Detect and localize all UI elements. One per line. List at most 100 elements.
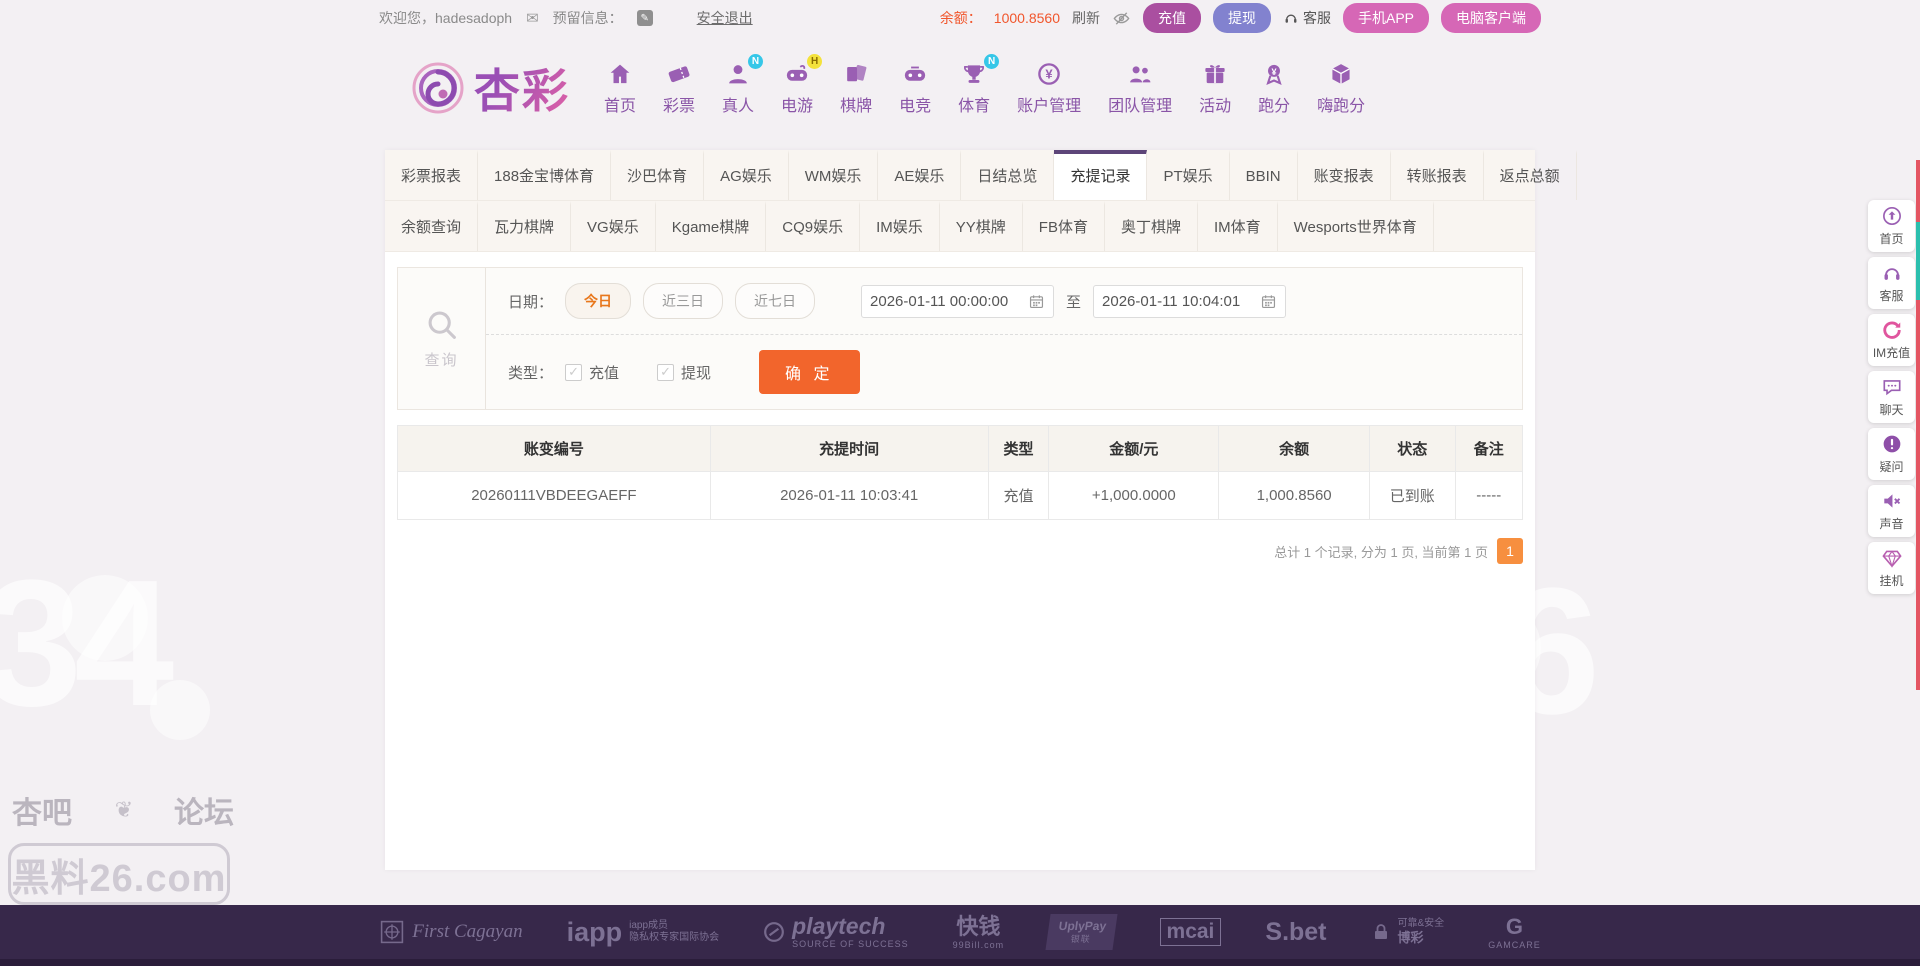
tab-188-sport[interactable]: 188金宝博体育 <box>478 150 611 200</box>
watermark-site-text: 黑料26.com <box>12 847 227 902</box>
nav-item-esports[interactable]: 电竞 <box>899 61 931 116</box>
logo-gamcare: G GAMCARE <box>1488 913 1541 952</box>
tab-wesports[interactable]: Wesports世界体育 <box>1278 201 1434 251</box>
withdraw-button[interactable]: 提现 <box>1213 3 1271 33</box>
first-cagayan-text: First Cagayan <box>412 921 522 943</box>
mcai-text: mcai <box>1160 918 1222 946</box>
col-time: 充提时间 <box>710 426 988 472</box>
decor-circle <box>150 680 210 740</box>
checkbox-icon[interactable]: ✓ <box>657 364 674 381</box>
tab-account-change-report[interactable]: 账变报表 <box>1298 150 1391 200</box>
checkbox-withdraw-label: 提现 <box>681 362 711 383</box>
tab-lottery-report[interactable]: 彩票报表 <box>385 150 478 200</box>
nav-item-paofen[interactable]: ¥ 跑分 <box>1258 61 1290 116</box>
confirm-button[interactable]: 确 定 <box>759 350 859 394</box>
mail-icon[interactable]: ✉ <box>526 9 539 27</box>
nav-item-promotions[interactable]: 活动 <box>1199 61 1231 116</box>
logo-playtech: playtech SOURCE OF SUCCESS <box>763 914 909 949</box>
tab-cq9[interactable]: CQ9娱乐 <box>766 201 860 251</box>
tab-ae[interactable]: AE娱乐 <box>878 150 961 200</box>
date-from-field[interactable] <box>861 285 1054 318</box>
nav-item-egames[interactable]: H 电游 <box>781 61 813 116</box>
medal-icon: ¥ <box>1261 61 1287 87</box>
customer-service-label: 客服 <box>1303 8 1331 28</box>
nav-item-live[interactable]: N 真人 <box>722 61 754 116</box>
scrollbar-thumb[interactable] <box>1916 222 1920 300</box>
checkbox-deposit[interactable]: ✓ 充值 <box>565 362 619 383</box>
float-question[interactable]: 疑问 <box>1868 428 1915 480</box>
date-from-input[interactable] <box>870 293 1022 310</box>
tab-kgame[interactable]: Kgame棋牌 <box>656 201 767 251</box>
quick-3days-button[interactable]: 近三日 <box>643 283 723 319</box>
nav-item-team-management[interactable]: 团队管理 <box>1108 61 1172 116</box>
tab-daily-summary[interactable]: 日结总览 <box>961 150 1054 200</box>
quick-7days-button[interactable]: 近七日 <box>735 283 815 319</box>
tab-fb-sport[interactable]: FB体育 <box>1023 201 1105 251</box>
ornament-icon: ❦ <box>115 797 131 823</box>
uplypay-sub: 银联 <box>1070 934 1092 945</box>
diamond-icon <box>1881 547 1903 569</box>
float-im-recharge[interactable]: IM充值 <box>1868 314 1915 366</box>
checkbox-withdraw[interactable]: ✓ 提现 <box>657 362 711 383</box>
nav-item-hi-paofen[interactable]: 嗨跑分 <box>1317 61 1365 116</box>
calendar-icon[interactable] <box>1260 293 1277 310</box>
tab-balance-query[interactable]: 余额查询 <box>385 201 478 251</box>
tab-saba-sport[interactable]: 沙巴体育 <box>611 150 704 200</box>
date-label: 日期： <box>508 291 553 312</box>
cell-status: 已到账 <box>1370 472 1456 520</box>
date-to-field[interactable] <box>1093 285 1286 318</box>
playtech-sub: SOURCE OF SUCCESS <box>792 940 909 950</box>
tab-rebate-total[interactable]: 返点总额 <box>1484 150 1577 200</box>
gamcare-text: G <box>1506 913 1523 941</box>
float-home[interactable]: 首页 <box>1868 200 1915 252</box>
logo-emblem-icon <box>410 60 466 116</box>
iapp-text: iapp <box>567 917 623 948</box>
quick-today-button[interactable]: 今日 <box>565 283 631 319</box>
refresh-link[interactable]: 刷新 <box>1072 8 1100 28</box>
nav-item-sports[interactable]: N 体育 <box>958 61 990 116</box>
page-1-button[interactable]: 1 <box>1497 538 1523 564</box>
tab-transfer-report[interactable]: 转账报表 <box>1391 150 1484 200</box>
checkbox-deposit-label: 充值 <box>589 362 619 383</box>
date-to-input[interactable] <box>1102 293 1254 310</box>
pc-client-button[interactable]: 电脑客户端 <box>1441 3 1541 33</box>
customer-service-link[interactable]: 客服 <box>1283 8 1331 28</box>
nav-item-home[interactable]: 首页 <box>604 61 636 116</box>
nav-label: 首页 <box>604 92 636 116</box>
floating-sidebar: 首页 客服 IM充值 聊天 疑问 声音 挂机 <box>1868 200 1915 594</box>
nav-item-lottery[interactable]: 彩票 <box>663 61 695 116</box>
logo[interactable]: 杏彩 <box>410 55 570 121</box>
tab-vg[interactable]: VG娱乐 <box>571 201 656 251</box>
logout-link[interactable]: 安全退出 <box>697 8 753 28</box>
cell-amount: +1,000.0000 <box>1049 472 1219 520</box>
tab-deposit-withdraw-records[interactable]: 充提记录 <box>1054 150 1147 200</box>
tab-aoding-cards[interactable]: 奥丁棋牌 <box>1105 201 1198 251</box>
tab-wm[interactable]: WM娱乐 <box>789 150 879 200</box>
tab-bbin[interactable]: BBIN <box>1230 150 1298 200</box>
deposit-button[interactable]: 充值 <box>1143 3 1201 33</box>
float-idle[interactable]: 挂机 <box>1868 542 1915 594</box>
edit-icon[interactable]: ✎ <box>637 10 653 26</box>
nav-item-cards[interactable]: 棋牌 <box>840 61 872 116</box>
tab-im-sport[interactable]: IM体育 <box>1198 201 1278 251</box>
tab-wali-cards[interactable]: 瓦力棋牌 <box>478 201 571 251</box>
tab-pt[interactable]: PT娱乐 <box>1147 150 1229 200</box>
calendar-icon[interactable] <box>1028 293 1045 310</box>
tab-row-1: 彩票报表 188金宝博体育 沙巴体育 AG娱乐 WM娱乐 AE娱乐 日结总览 充… <box>385 150 1535 201</box>
tab-yy-cards[interactable]: YY棋牌 <box>940 201 1023 251</box>
cell-type: 充值 <box>988 472 1049 520</box>
headset-icon <box>1283 10 1299 26</box>
trophy-icon: N <box>961 61 987 87</box>
nav-item-account-management[interactable]: ¥ 账户管理 <box>1017 61 1081 116</box>
float-customer-service[interactable]: 客服 <box>1868 257 1915 309</box>
tab-im-entertainment[interactable]: IM娱乐 <box>860 201 940 251</box>
float-chat[interactable]: 聊天 <box>1868 371 1915 423</box>
tab-ag[interactable]: AG娱乐 <box>704 150 789 200</box>
cards-icon <box>843 61 869 87</box>
nav-label: 团队管理 <box>1108 92 1172 116</box>
eye-slash-icon[interactable] <box>1112 9 1131 28</box>
mobile-app-button[interactable]: 手机APP <box>1343 3 1429 33</box>
checkbox-icon[interactable]: ✓ <box>565 364 582 381</box>
float-sound[interactable]: 声音 <box>1868 485 1915 537</box>
balance-label: 余额： <box>940 8 982 28</box>
